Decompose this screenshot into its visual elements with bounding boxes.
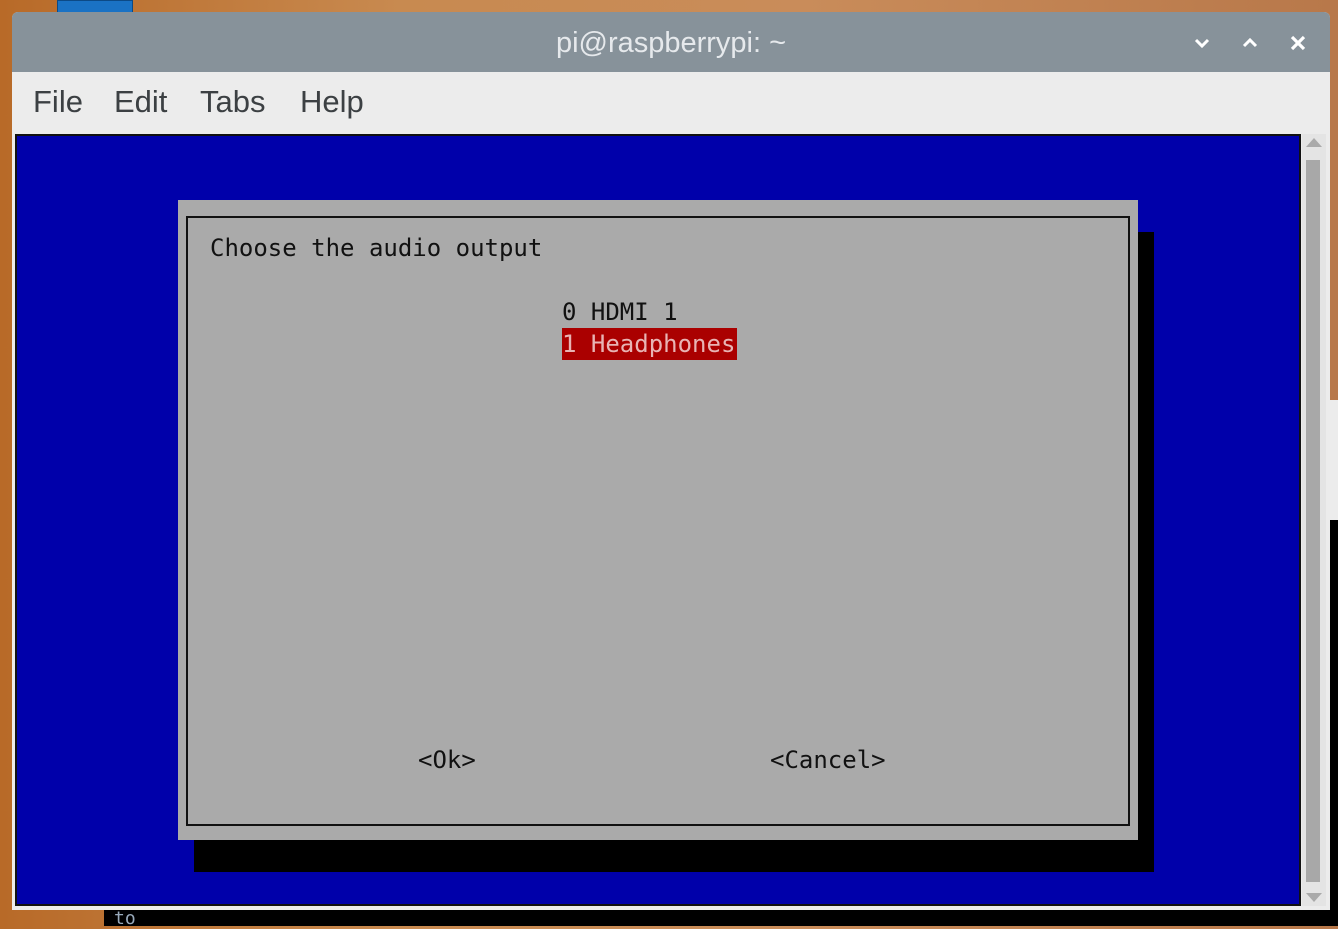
menu-file[interactable]: File (33, 84, 83, 120)
audio-output-dialog: Choose the audio output 0 HDMI 1 1 Headp… (178, 200, 1138, 840)
scroll-down-arrow-icon[interactable] (1306, 893, 1322, 902)
window-title: pi@raspberrypi: ~ (555, 27, 787, 59)
minimize-button[interactable] (1187, 28, 1217, 58)
menu-edit[interactable]: Edit (114, 84, 167, 120)
chevron-down-icon (1194, 38, 1210, 49)
scroll-thumb[interactable] (1306, 160, 1320, 882)
terminal-window: pi@raspberrypi: ~ File Edit Tabs Help Ch… (12, 12, 1330, 910)
option-headphones-selected[interactable]: 1 Headphones (562, 328, 738, 360)
background-terminal: to (104, 908, 1338, 929)
title-bar[interactable]: pi@raspberrypi: ~ (12, 12, 1330, 72)
option-hdmi[interactable]: 0 HDMI 1 (562, 296, 678, 328)
ok-button[interactable]: <Ok> (418, 744, 476, 776)
menu-bar: File Edit Tabs Help (12, 72, 1330, 134)
close-button[interactable] (1283, 28, 1313, 58)
dialog-prompt: Choose the audio output (210, 234, 543, 262)
menu-help[interactable]: Help (300, 84, 364, 120)
scroll-up-arrow-icon[interactable] (1306, 138, 1322, 147)
background-terminal-text: to (114, 908, 136, 929)
vertical-scrollbar[interactable] (1302, 134, 1326, 906)
dialog-frame: Choose the audio output 0 HDMI 1 1 Headp… (186, 216, 1130, 826)
chevron-up-icon (1242, 37, 1258, 48)
maximize-button[interactable] (1235, 28, 1265, 58)
menu-tabs[interactable]: Tabs (200, 84, 265, 120)
cancel-button[interactable]: <Cancel> (770, 744, 886, 776)
close-icon (1290, 35, 1306, 51)
